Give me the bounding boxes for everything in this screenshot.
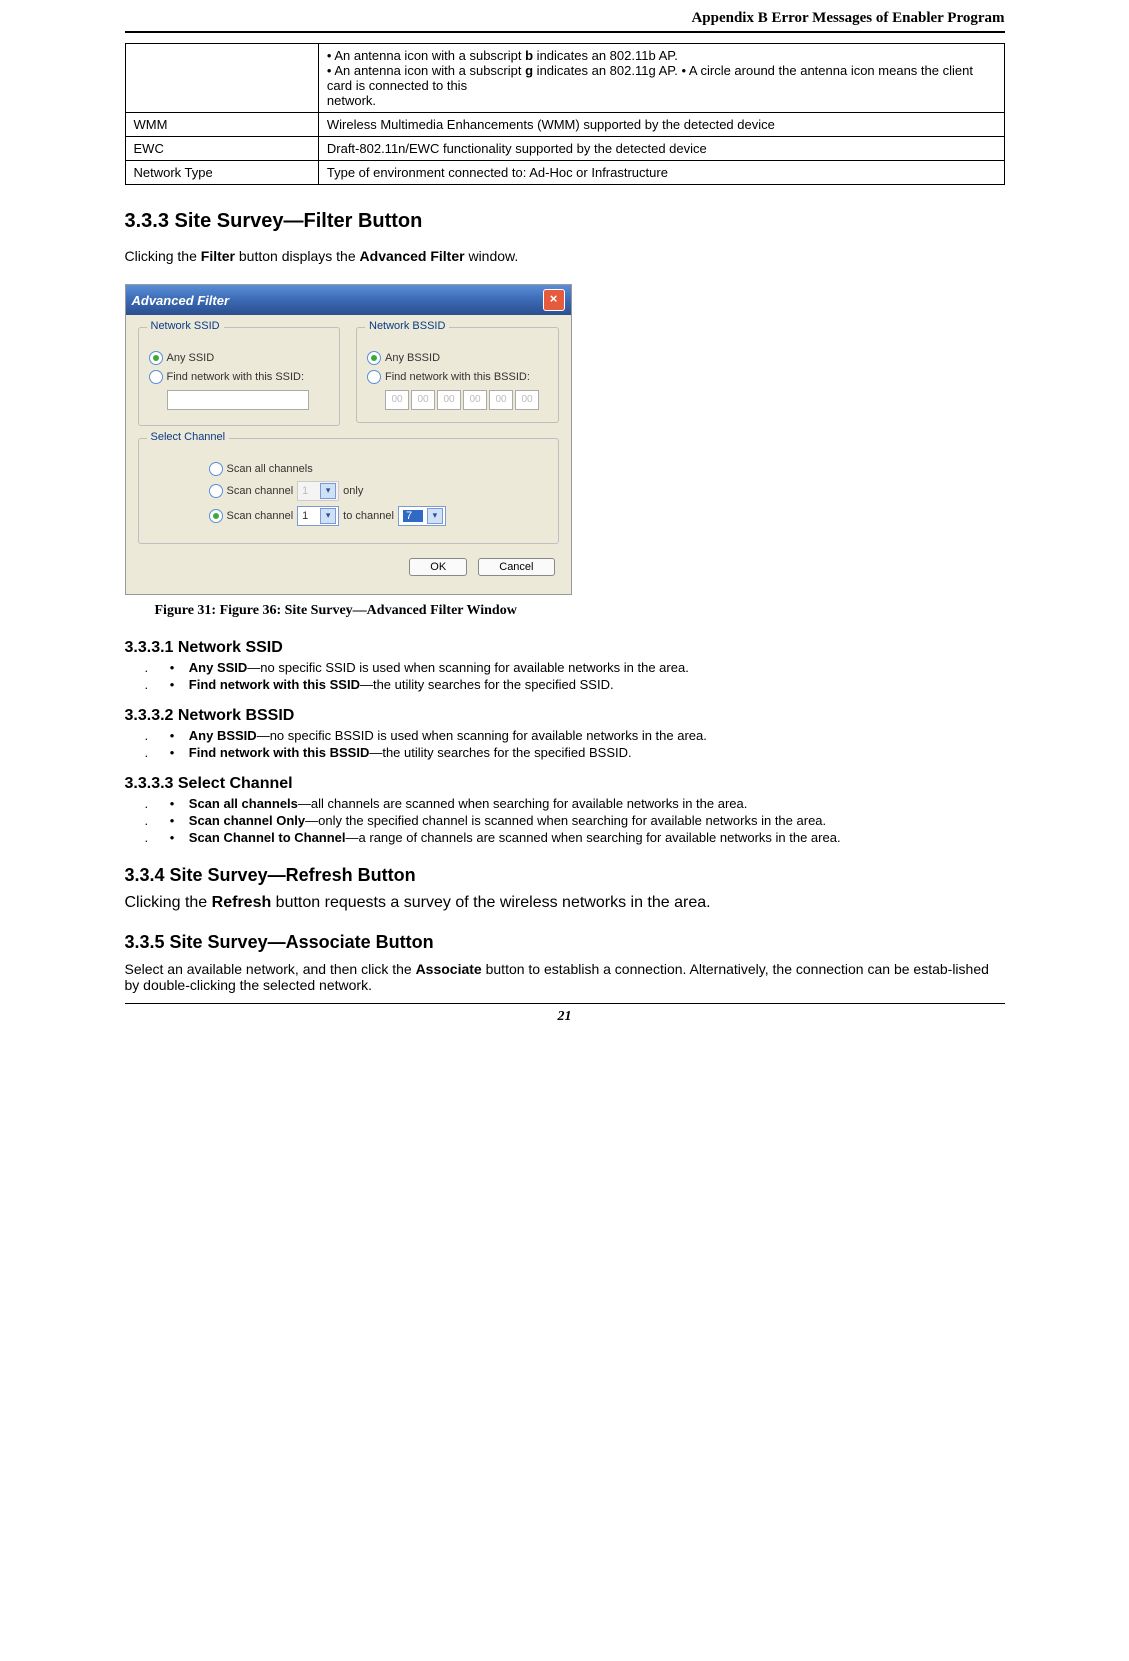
groupbox-label: Select Channel [147,431,230,443]
radio-label: Find network with this SSID: [167,371,305,383]
radio-label: Scan channel [227,510,294,522]
table-row: WMM Wireless Multimedia Enhancements (WM… [125,113,1004,137]
radio-label-suffix: only [343,485,363,497]
figure-caption: Figure 31: Figure 36: Site Survey—Advanc… [155,603,1005,619]
para-334: Clicking the Refresh button requests a s… [125,894,1005,912]
channel-from-dropdown[interactable]: 1 ▾ [297,506,339,526]
radio-icon [209,509,223,523]
heading-3333: 3.3.3.3 Select Channel [125,775,1005,793]
radio-scan-all[interactable]: Scan all channels [209,462,548,476]
chevron-down-icon: ▾ [320,483,336,499]
list-3332: . • Any BSSID—no specific BSSID is used … [125,728,1005,760]
table-row: Network Type Type of environment connect… [125,161,1004,185]
ok-button[interactable]: OK [409,558,467,576]
cell-desc: Type of environment connected to: Ad-Hoc… [318,161,1004,185]
list-item: . • Find network with this BSSID—the uti… [145,745,1005,760]
footer-rule [125,1003,1005,1004]
ssid-input[interactable] [167,390,309,410]
list-3333: . • Scan all channels—all channels are s… [125,796,1005,845]
para-335: Select an available network, and then cl… [125,961,1005,993]
radio-icon [209,484,223,498]
list-item: . • Scan Channel to Channel—a range of c… [145,830,1005,845]
heading-334: 3.3.4 Site Survey—Refresh Button [125,865,1005,886]
radio-label: Any SSID [167,352,215,364]
groupbox-label: Network BSSID [365,320,449,332]
para-333: Clicking the Filter button displays the … [125,248,1005,264]
channel-dropdown-disabled: 1 ▾ [297,481,339,501]
cell-text: • An antenna icon with a subscript [327,63,525,78]
bssid-input[interactable]: 00 00 00 00 00 00 [385,390,539,410]
radio-label: Scan channel [227,485,294,497]
header-rule [125,31,1005,33]
info-table: • An antenna icon with a subscript b ind… [125,43,1005,185]
radio-label: Any BSSID [385,352,440,364]
list-item: . • Any BSSID—no specific BSSID is used … [145,728,1005,743]
radio-icon [367,351,381,365]
cell-bold: b [525,48,533,63]
list-3331: . • Any SSID—no specific SSID is used wh… [125,660,1005,692]
table-row: EWC Draft-802.11n/EWC functionality supp… [125,137,1004,161]
cell-text: • An antenna icon with a subscript [327,48,525,63]
list-item: . • Scan all channels—all channels are s… [145,796,1005,811]
cancel-button[interactable]: Cancel [478,558,554,576]
radio-any-ssid[interactable]: Any SSID [149,351,330,365]
radio-label-mid: to channel [343,510,394,522]
list-item: . • Scan channel Only—only the specified… [145,813,1005,828]
cell-text: indicates an 802.11b AP. [533,48,678,63]
cell-label: Network Type [125,161,318,185]
heading-335: 3.3.5 Site Survey—Associate Button [125,932,1005,953]
window-titlebar: Advanced Filter × [126,285,571,315]
radio-find-ssid[interactable]: Find network with this SSID: [149,370,330,384]
radio-find-bssid[interactable]: Find network with this BSSID: [367,370,548,384]
chevron-down-icon: ▾ [427,508,443,524]
page-number: 21 [125,1009,1005,1025]
window-title: Advanced Filter [132,293,230,308]
heading-3331: 3.3.3.1 Network SSID [125,639,1005,657]
channel-to-dropdown[interactable]: 7 ▾ [398,506,446,526]
cell-bold: g [525,63,533,78]
list-item: . • Any SSID—no specific SSID is used wh… [145,660,1005,675]
cell-label: WMM [125,113,318,137]
cell-text: network. [327,93,376,108]
groupbox-bssid: Network BSSID Any BSSID Find network wit… [356,327,559,423]
cell-label: EWC [125,137,318,161]
table-row: • An antenna icon with a subscript b ind… [125,44,1004,113]
cell-desc: Wireless Multimedia Enhancements (WMM) s… [318,113,1004,137]
groupbox-channel: Select Channel Scan all channels Scan ch… [138,438,559,544]
heading-3332: 3.3.3.2 Network BSSID [125,707,1005,725]
radio-scan-range[interactable]: Scan channel 1 ▾ to channel 7 ▾ [209,506,548,526]
radio-any-bssid[interactable]: Any BSSID [367,351,548,365]
heading-333: 3.3.3 Site Survey—Filter Button [125,210,1005,233]
radio-icon [367,370,381,384]
radio-scan-one[interactable]: Scan channel 1 ▾ only [209,481,548,501]
advanced-filter-window: Advanced Filter × Network SSID Any SSID … [125,284,572,595]
radio-icon [149,370,163,384]
radio-icon [209,462,223,476]
radio-label: Find network with this BSSID: [385,371,530,383]
page-header: Appendix B Error Messages of Enabler Pro… [125,10,1005,27]
groupbox-ssid: Network SSID Any SSID Find network with … [138,327,341,426]
radio-label: Scan all channels [227,463,313,475]
list-item: . • Find network with this SSID—the util… [145,677,1005,692]
cell-desc: Draft-802.11n/EWC functionality supporte… [318,137,1004,161]
radio-icon [149,351,163,365]
close-icon[interactable]: × [543,289,565,311]
groupbox-label: Network SSID [147,320,224,332]
chevron-down-icon: ▾ [320,508,336,524]
